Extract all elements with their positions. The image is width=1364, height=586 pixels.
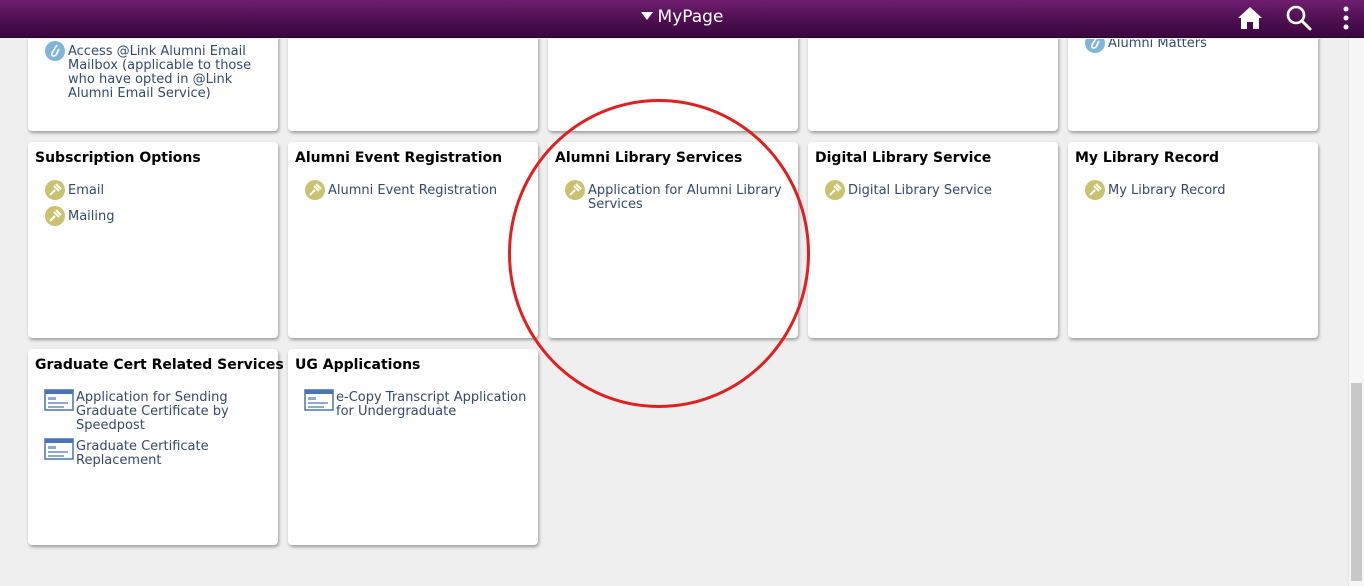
tile-title: Alumni Library Services xyxy=(555,150,743,166)
tile-alumni-event-registration[interactable]: Alumni Event Registration Alumni Event R… xyxy=(288,142,538,338)
tile-link-label: My Library Record xyxy=(1108,183,1226,198)
page-title: MyPage xyxy=(657,7,724,27)
tile-link[interactable]: Digital Library Service xyxy=(824,180,1056,201)
pin-icon xyxy=(305,180,325,200)
pin-icon xyxy=(45,180,65,200)
caret-down-icon xyxy=(640,12,653,20)
tile-title: Digital Library Service xyxy=(815,150,992,166)
tile-link[interactable]: Application for Alumni Library Services xyxy=(564,180,796,212)
pin-icon xyxy=(1085,180,1105,200)
tile-alumni-library-services[interactable]: Alumni Library Services Application for … xyxy=(548,142,798,338)
more-vert-icon[interactable] xyxy=(1332,4,1360,32)
scrollbar-thumb[interactable] xyxy=(1351,383,1362,581)
tile-title: Alumni Event Registration xyxy=(295,150,503,166)
tile-link[interactable]: Access @Link Alumni Email Mailbox (appli… xyxy=(44,41,276,101)
tile-link[interactable]: e-Copy Transcript Application for Underg… xyxy=(304,389,536,419)
link-icon xyxy=(45,41,65,61)
page-title-dropdown[interactable]: MyPage xyxy=(0,7,1364,27)
tile-my-library-record[interactable]: My Library Record My Library Record xyxy=(1068,142,1318,338)
form-icon xyxy=(44,389,74,411)
tile-link-label: e-Copy Transcript Application for Underg… xyxy=(336,390,527,419)
tile-title: UG Applications xyxy=(295,357,421,373)
tile-link[interactable]: My Library Record xyxy=(1084,180,1316,201)
tile-ug-applications[interactable]: UG Applications e-Copy Transcript Applic… xyxy=(288,349,538,545)
tile-link-label: Alumni Matters xyxy=(1108,39,1207,51)
tile-link[interactable]: Application for Sending Graduate Certifi… xyxy=(44,389,276,433)
pin-icon xyxy=(565,180,585,200)
tile-graduate-cert-related-services[interactable]: Graduate Cert Related Services Applicati… xyxy=(28,349,284,545)
pin-icon xyxy=(825,180,845,200)
vertical-scrollbar[interactable] xyxy=(1348,39,1364,586)
homepage-content: Access @Link Alumni Email Mailbox (appli… xyxy=(0,39,1348,586)
tile-link-label: Access @Link Alumni Email Mailbox (appli… xyxy=(68,44,252,101)
tile-title: Subscription Options xyxy=(35,150,201,166)
tile-top-2[interactable] xyxy=(288,39,538,131)
tile-link-label: Email xyxy=(68,183,105,198)
tile-alumni-matters[interactable]: Alumni Matters xyxy=(1068,39,1318,131)
tile-top-4[interactable] xyxy=(808,39,1058,131)
form-icon xyxy=(44,438,74,460)
tile-link-label: Graduate Certificate Replacement xyxy=(76,439,209,468)
tile-alumni-email[interactable]: Access @Link Alumni Email Mailbox (appli… xyxy=(28,39,278,131)
tile-title: Graduate Cert Related Services xyxy=(35,357,284,373)
tile-link-label: Mailing xyxy=(68,209,115,224)
tile-link-label: Application for Sending Graduate Certifi… xyxy=(76,390,229,433)
tile-link[interactable]: Alumni Event Registration xyxy=(304,180,536,201)
tile-link-mailing[interactable]: Mailing xyxy=(44,206,276,227)
tile-top-3[interactable] xyxy=(548,39,798,131)
tile-link-email[interactable]: Email xyxy=(44,180,276,201)
tile-link-label: Application for Alumni Library Services xyxy=(588,183,782,212)
home-icon[interactable] xyxy=(1236,4,1264,32)
tile-digital-library-service[interactable]: Digital Library Service Digital Library … xyxy=(808,142,1058,338)
form-icon xyxy=(304,389,334,411)
search-icon[interactable] xyxy=(1285,4,1313,32)
top-banner: MyPage xyxy=(0,0,1364,38)
tile-link-label: Alumni Event Registration xyxy=(328,183,498,198)
tile-subscription-options[interactable]: Subscription Options Email Mailing xyxy=(28,142,278,338)
pin-icon xyxy=(45,206,65,226)
tile-link[interactable]: Alumni Matters xyxy=(1084,39,1316,54)
tile-link-label: Digital Library Service xyxy=(848,183,992,198)
tile-link[interactable]: Graduate Certificate Replacement xyxy=(44,438,276,468)
link-icon xyxy=(1085,39,1105,53)
tile-title: My Library Record xyxy=(1075,150,1220,166)
